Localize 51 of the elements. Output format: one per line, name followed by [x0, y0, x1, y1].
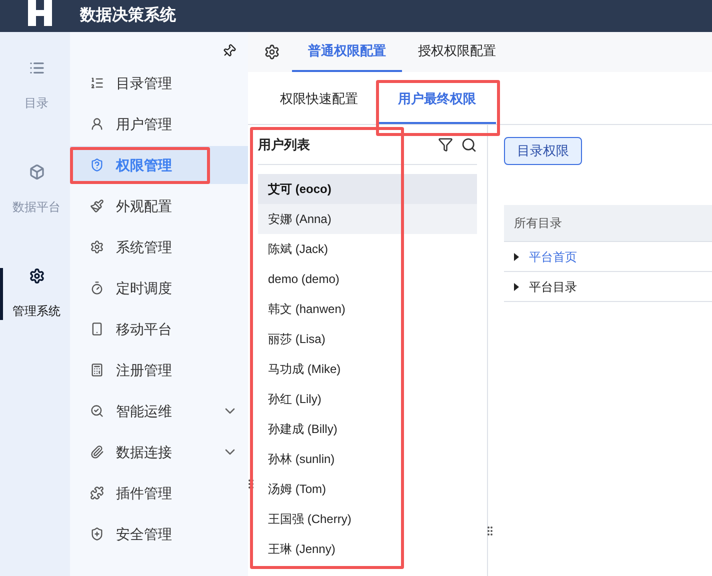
user-list-item[interactable]: 孙林 (sunlin) [258, 444, 477, 474]
tree-row[interactable]: 平台首页 [504, 242, 712, 272]
search-icon[interactable] [461, 136, 477, 152]
menu-item[interactable]: 注册管理 [70, 351, 248, 389]
user-list-item[interactable]: 丽莎 (Lisa) [258, 324, 477, 354]
menu-icon [90, 486, 104, 500]
filter-icon[interactable] [438, 137, 453, 152]
menu-item[interactable]: 数据连接 [70, 433, 248, 471]
app-title: 数据决策系统 [80, 5, 176, 26]
user-list-item[interactable]: 孙建成 (Billy) [258, 414, 477, 444]
tree-row[interactable]: 平台目录 [504, 272, 712, 302]
user-list-item[interactable]: 韩文 (hanwen) [258, 294, 477, 324]
user-list-item[interactable]: 王国强 (Cherry) [258, 504, 477, 534]
user-list-title: 用户列表 [258, 136, 311, 154]
menu-icon [90, 363, 104, 377]
menu-item[interactable]: 用户管理 [70, 105, 248, 143]
tab[interactable]: 授权权限配置 [402, 32, 512, 72]
menu-icon [90, 199, 104, 213]
user-list-item[interactable]: 孙红 (Lily) [258, 384, 477, 414]
user-list-item[interactable]: 安娜 (Anna) [258, 204, 477, 234]
menu-icon [90, 281, 104, 295]
table-header: 所有目录 [504, 205, 712, 242]
user-list-item[interactable]: 汤姆 (Tom) [258, 474, 477, 504]
settings-icon[interactable] [264, 44, 280, 60]
menu-icon [90, 322, 104, 336]
menu-item[interactable]: 移动平台 [70, 310, 248, 348]
menu-icon [90, 445, 104, 459]
expand-arrow-icon[interactable] [514, 282, 519, 290]
menu-icon [90, 76, 104, 90]
menu-item[interactable]: 目录管理 [70, 64, 248, 102]
menu-icon [90, 158, 104, 172]
menu-item[interactable]: 外观配置 [70, 187, 248, 225]
menu-icon [90, 240, 104, 254]
menu-icon [90, 404, 104, 418]
sub-tab[interactable]: 用户最终权限 [378, 72, 496, 124]
user-list-item[interactable]: 艾可 (eoco) [258, 174, 477, 204]
tab[interactable]: 普通权限配置 [292, 32, 402, 72]
menu-icon [90, 117, 104, 131]
user-list-item[interactable]: 王琳 (Jenny) [258, 534, 477, 564]
sub-tab[interactable]: 权限快速配置 [260, 72, 378, 124]
user-list-item[interactable]: 马功成 (Mike) [258, 354, 477, 384]
menu-item[interactable]: 定时调度 [70, 269, 248, 307]
expand-arrow-icon[interactable] [514, 252, 519, 260]
directory-permission-button[interactable]: 目录权限 [504, 137, 582, 165]
user-list-item[interactable]: demo (demo) [258, 264, 477, 294]
menu-item[interactable]: 系统管理 [70, 228, 248, 266]
menu-item[interactable]: 智能运维 [70, 392, 248, 430]
menu-item[interactable]: 安全管理 [70, 515, 248, 553]
menu-item[interactable]: 插件管理 [70, 474, 248, 512]
menu-icon [90, 527, 104, 541]
user-list-item[interactable]: 陈斌 (Jack) [258, 234, 477, 264]
